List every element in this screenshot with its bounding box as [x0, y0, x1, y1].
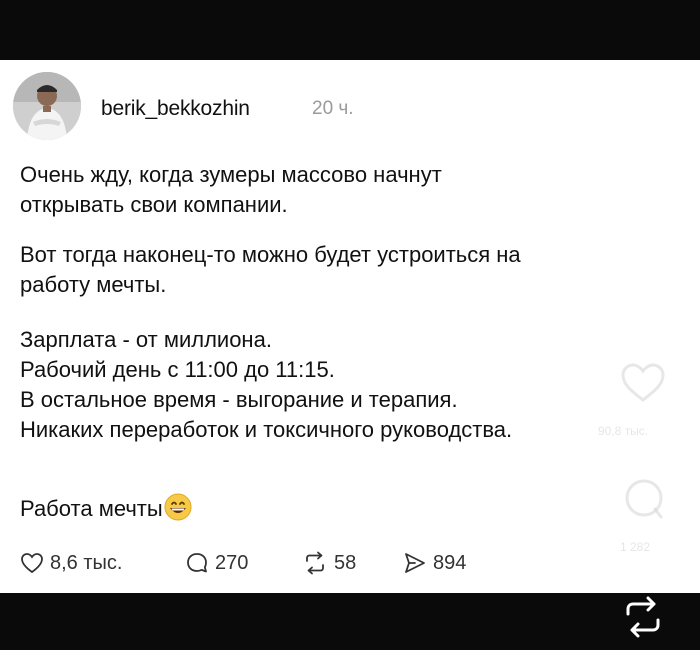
post-paragraph-4: Работа мечты [20, 493, 670, 529]
overlay-like-count: 90,8 тыс. [598, 424, 649, 438]
heart-icon [21, 553, 43, 574]
repost-count: 58 [334, 551, 357, 574]
post-paragraph-2: Вот тогда наконец-то можно будет устроит… [20, 240, 670, 300]
text-line: открывать свои компании. [20, 192, 288, 217]
comment-count: 270 [215, 551, 249, 574]
top-black-bar [0, 0, 700, 60]
username[interactable]: berik_bekkozhin [101, 97, 250, 121]
share-count: 894 [433, 551, 467, 574]
comment-button[interactable]: 270 [185, 550, 248, 576]
text-line: Работа мечты [20, 496, 163, 521]
post-card: berik_bekkozhin 20 ч. Очень жду, когда з… [0, 60, 700, 593]
comment-bubble-icon [187, 553, 207, 573]
post-paragraph-3: Зарплата - от миллиона. Рабочий день с 1… [20, 325, 670, 445]
text-line: В остальное время - выгорание и терапия. [20, 387, 458, 412]
repost-button[interactable]: 58 [302, 550, 356, 576]
like-button[interactable]: 8,6 тыс. [20, 550, 122, 576]
avatar[interactable] [13, 72, 81, 140]
post-paragraph-1: Очень жду, когда зумеры массово начнут о… [20, 160, 670, 220]
text-line: Очень жду, когда зумеры массово начнут [20, 162, 442, 187]
post-timestamp: 20 ч. [312, 98, 354, 119]
overlay-comment-icon [622, 478, 666, 527]
share-button[interactable]: 894 [403, 550, 466, 576]
overlay-comment-count: 1 282 [620, 540, 651, 554]
text-line: Никаких переработок и токсичного руковод… [20, 417, 513, 442]
refresh-arrows-icon[interactable] [620, 594, 666, 645]
overlay-heart-icon [620, 362, 666, 409]
text-line: работу мечты. [20, 272, 167, 297]
send-icon [405, 553, 425, 573]
grinning-face-emoji [164, 493, 192, 529]
text-line: Вот тогда наконец-то можно будет устроит… [20, 242, 521, 267]
text-line: Зарплата - от миллиона. [20, 327, 272, 352]
bottom-black-bar [0, 593, 700, 650]
text-line: Рабочий день с 11:00 до 11:15. [20, 357, 335, 382]
repost-icon [306, 551, 324, 575]
like-count: 8,6 тыс. [50, 551, 123, 574]
